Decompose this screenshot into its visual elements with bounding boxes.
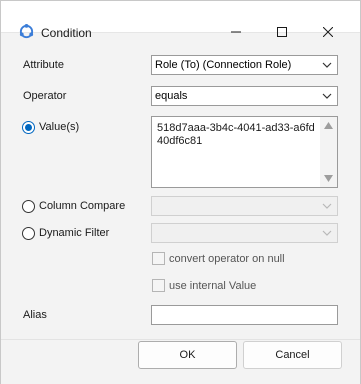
dynamic-filter-label: Dynamic Filter — [39, 227, 110, 239]
close-icon — [323, 27, 333, 37]
alias-label: Alias — [23, 309, 47, 321]
alias-input[interactable] — [151, 305, 338, 325]
chevron-down-icon — [322, 62, 332, 68]
maximize-icon — [277, 27, 287, 37]
column-compare-radio[interactable] — [22, 200, 35, 213]
close-button[interactable] — [305, 16, 351, 48]
convert-operator-checkbox[interactable] — [152, 252, 165, 265]
attribute-combo[interactable]: Role (To) (Connection Role) — [151, 55, 338, 75]
minimize-icon — [231, 31, 241, 33]
attribute-combo-value: Role (To) (Connection Role) — [155, 59, 292, 71]
operator-combo[interactable]: equals — [151, 86, 338, 106]
dialog-body: Attribute Role (To) (Connection Role) Op… — [1, 48, 360, 384]
column-compare-label: Column Compare — [39, 200, 126, 212]
operator-combo-value: equals — [155, 90, 188, 102]
dynamic-filter-combo[interactable] — [151, 223, 338, 243]
values-label: Value(s) — [39, 121, 80, 133]
values-radio[interactable] — [22, 121, 35, 134]
chevron-down-icon — [322, 93, 332, 99]
column-compare-combo[interactable] — [151, 196, 338, 216]
footer-divider — [1, 339, 360, 340]
values-text: 518d7aaa-3b4c-4041-ad33-a6fd40df6c81 — [157, 122, 315, 147]
cancel-button[interactable]: Cancel — [243, 341, 342, 369]
scroll-up-icon[interactable] — [324, 122, 333, 129]
values-scrollbar[interactable] — [320, 117, 337, 187]
attribute-label: Attribute — [23, 59, 64, 71]
maximize-button[interactable] — [259, 16, 305, 48]
minimize-button[interactable] — [213, 16, 259, 48]
ok-button[interactable]: OK — [138, 341, 237, 369]
convert-operator-label: convert operator on null — [169, 253, 285, 265]
scroll-down-icon[interactable] — [324, 175, 333, 182]
condition-app-icon — [19, 23, 34, 39]
use-internal-checkbox[interactable] — [152, 279, 165, 292]
use-internal-label: use internal Value — [169, 280, 257, 292]
operator-label: Operator — [23, 90, 67, 102]
condition-dialog: Condition Attribute Role (To) (Connectio… — [0, 0, 361, 384]
chevron-down-icon — [322, 203, 332, 209]
values-textarea[interactable]: 518d7aaa-3b4c-4041-ad33-a6fd40df6c81 — [151, 116, 338, 188]
window-title: Condition — [41, 26, 92, 40]
chevron-down-icon — [322, 230, 332, 236]
dynamic-filter-radio[interactable] — [22, 227, 35, 240]
